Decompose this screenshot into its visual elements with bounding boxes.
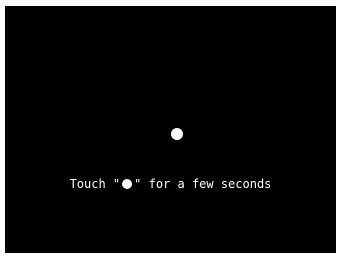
instruction-text: Touch " " for a few seconds	[5, 176, 336, 192]
filled-circle-icon	[122, 179, 133, 189]
instruction-suffix: " for a few seconds	[134, 177, 272, 191]
touch-target-icon[interactable]	[171, 128, 183, 140]
calibration-screen[interactable]: Touch " " for a few seconds	[5, 6, 336, 253]
instruction-prefix: Touch "	[69, 177, 121, 191]
